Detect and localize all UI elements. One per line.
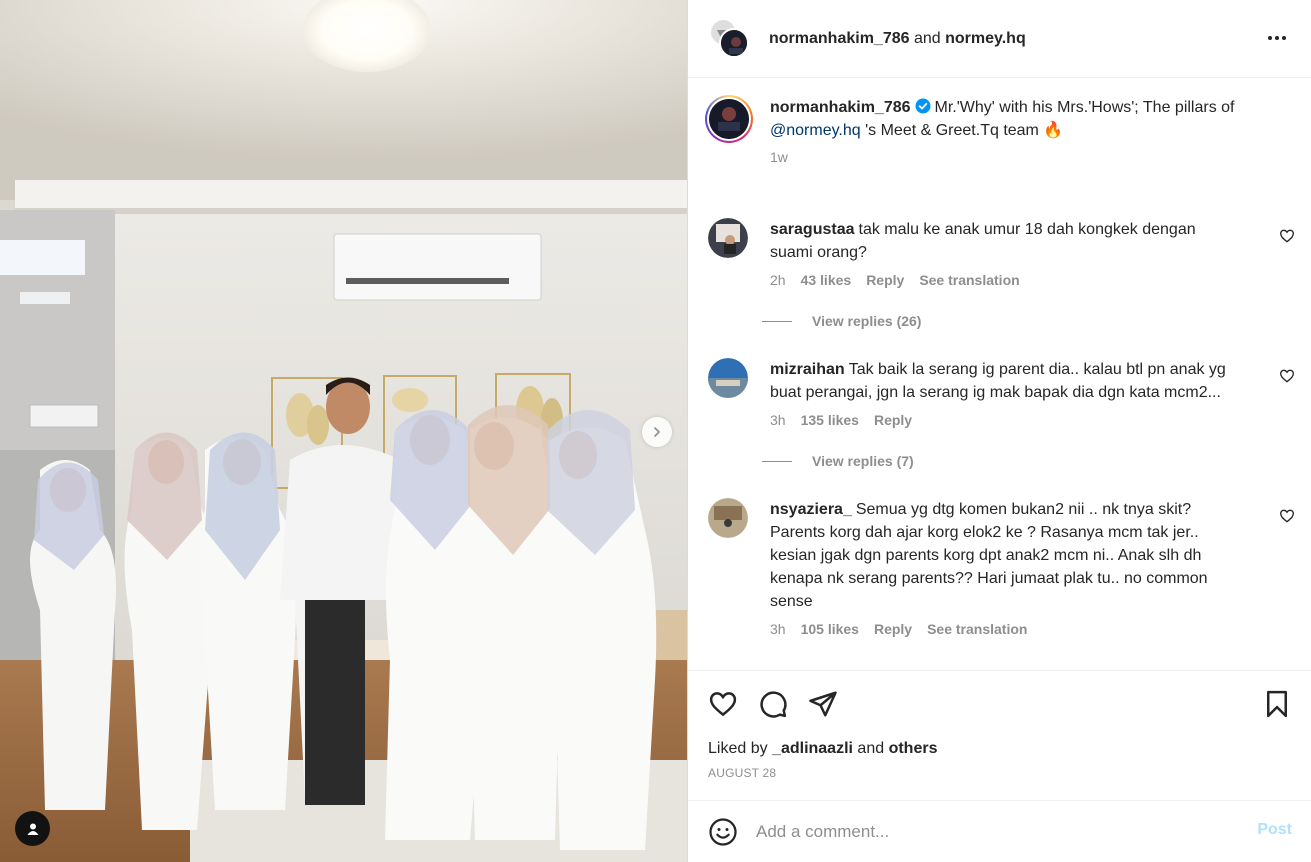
view-replies-button[interactable]: View replies (7) [762,453,1241,469]
collab-avatars[interactable] [709,17,749,60]
post-comment-button[interactable]: Post [1257,821,1292,839]
save-button[interactable] [1260,687,1294,721]
avatar[interactable] [708,218,748,258]
comment-button[interactable] [756,687,790,721]
emoji-icon[interactable] [708,817,738,847]
comment-likes[interactable]: 135 likes [801,412,859,428]
author-joiner: and [913,29,941,47]
comment-text: nsyaziera_ Semua yg dtg komen bukan2 nii … [770,498,1241,613]
liked-by-others[interactable]: others [889,740,938,757]
comment-time[interactable]: 3h [770,412,786,428]
next-image-button[interactable] [642,417,672,447]
chevron-right-icon [654,427,660,437]
caption-text: normanhakim_786 Mr.'Why' with his Mrs.'Ho… [770,96,1281,142]
comment-text: mizraihan Tak baik la serang ig parent di… [770,358,1241,404]
coauthor-username[interactable]: normey.hq [945,30,1026,47]
comment-username[interactable]: saragustaa [770,221,855,238]
comment-item: saragustaa tak malu ke anak umur 18 dah k… [688,218,1311,329]
avatar [709,99,749,139]
liked-by-prefix: Liked by [708,740,773,757]
group-photo-image [0,0,687,862]
send-icon [809,691,837,717]
avatar[interactable] [708,358,748,398]
post-authors: normanhakim_786 and normey.hq [769,30,1026,48]
comment-time[interactable]: 3h [770,621,786,637]
comment-meta: 3h 135 likes Reply [770,412,1241,428]
avatar[interactable] [708,498,748,538]
comment-username[interactable]: nsyaziera_ [770,501,852,518]
comment-input[interactable] [756,821,1216,842]
avatar [719,27,749,58]
more-options-button[interactable] [1265,28,1289,48]
comment-like-heart-icon[interactable] [1279,228,1295,244]
story-ring-avatar[interactable] [705,95,753,143]
share-button[interactable] [806,687,840,721]
post-header: normanhakim_786 and normey.hq [688,0,1311,78]
post-caption: normanhakim_786 Mr.'Why' with his Mrs.'Ho… [688,78,1311,196]
comment-like-heart-icon[interactable] [1279,368,1295,384]
comment-likes[interactable]: 43 likes [801,272,852,288]
post-date[interactable]: AUGUST 28 [708,766,776,780]
comment-icon [760,691,787,718]
view-replies-button[interactable]: View replies (26) [762,313,1241,329]
comment-item: nsyaziera_ Semua yg dtg komen bukan2 nii … [688,498,1311,637]
see-translation-button[interactable]: See translation [927,621,1027,637]
caption-mention-link[interactable]: @normey.hq [770,122,861,139]
post-side-panel: normanhakim_786 and normey.hq normanhaki… [687,0,1311,862]
liked-by-summary: Liked by _adlinaazli and others [708,740,937,758]
more-horizontal-icon [1268,36,1272,40]
reply-button[interactable]: Reply [874,621,912,637]
comment-text: saragustaa tak malu ke anak umur 18 dah k… [770,218,1241,264]
replies-divider [762,460,792,462]
verified-badge-icon [915,98,931,114]
view-replies-label: View replies (26) [812,313,922,329]
see-translation-button[interactable]: See translation [919,272,1019,288]
comment-meta: 2h 43 likes Reply See translation [770,272,1241,288]
comment-meta: 3h 105 likes Reply See translation [770,621,1241,637]
comment-composer: Post [688,800,1311,862]
caption-body: Mr.'Why' with his Mrs.'Hows'; The pillar… [934,99,1235,116]
comment-time[interactable]: 2h [770,272,786,288]
like-button[interactable] [706,687,740,721]
post-actions-section: Liked by _adlinaazli and others AUGUST 2… [688,670,1311,800]
comment-like-heart-icon[interactable] [1279,508,1295,524]
liked-by-joiner: and [852,740,889,757]
liked-by-user[interactable]: _adlinaazli [772,740,853,757]
comment-username[interactable]: mizraihan [770,361,845,378]
replies-divider [762,320,792,322]
heart-icon [709,692,737,717]
reply-button[interactable]: Reply [874,412,912,428]
action-bar [706,687,1294,721]
caption-body-end: 's Meet & Greet.Tq team 🔥 [860,122,1064,139]
comment-item: mizraihan Tak baik la serang ig parent di… [688,358,1311,469]
caption-timestamp[interactable]: 1w [770,149,1281,165]
author-username[interactable]: normanhakim_786 [769,30,910,47]
tagged-users-button[interactable] [15,811,50,846]
caption-username[interactable]: normanhakim_786 [770,99,911,116]
comment-likes[interactable]: 105 likes [801,621,859,637]
view-replies-label: View replies (7) [812,453,914,469]
post-photo[interactable] [0,0,687,862]
user-tag-icon [27,823,38,835]
bookmark-icon [1267,690,1287,718]
reply-button[interactable]: Reply [866,272,904,288]
